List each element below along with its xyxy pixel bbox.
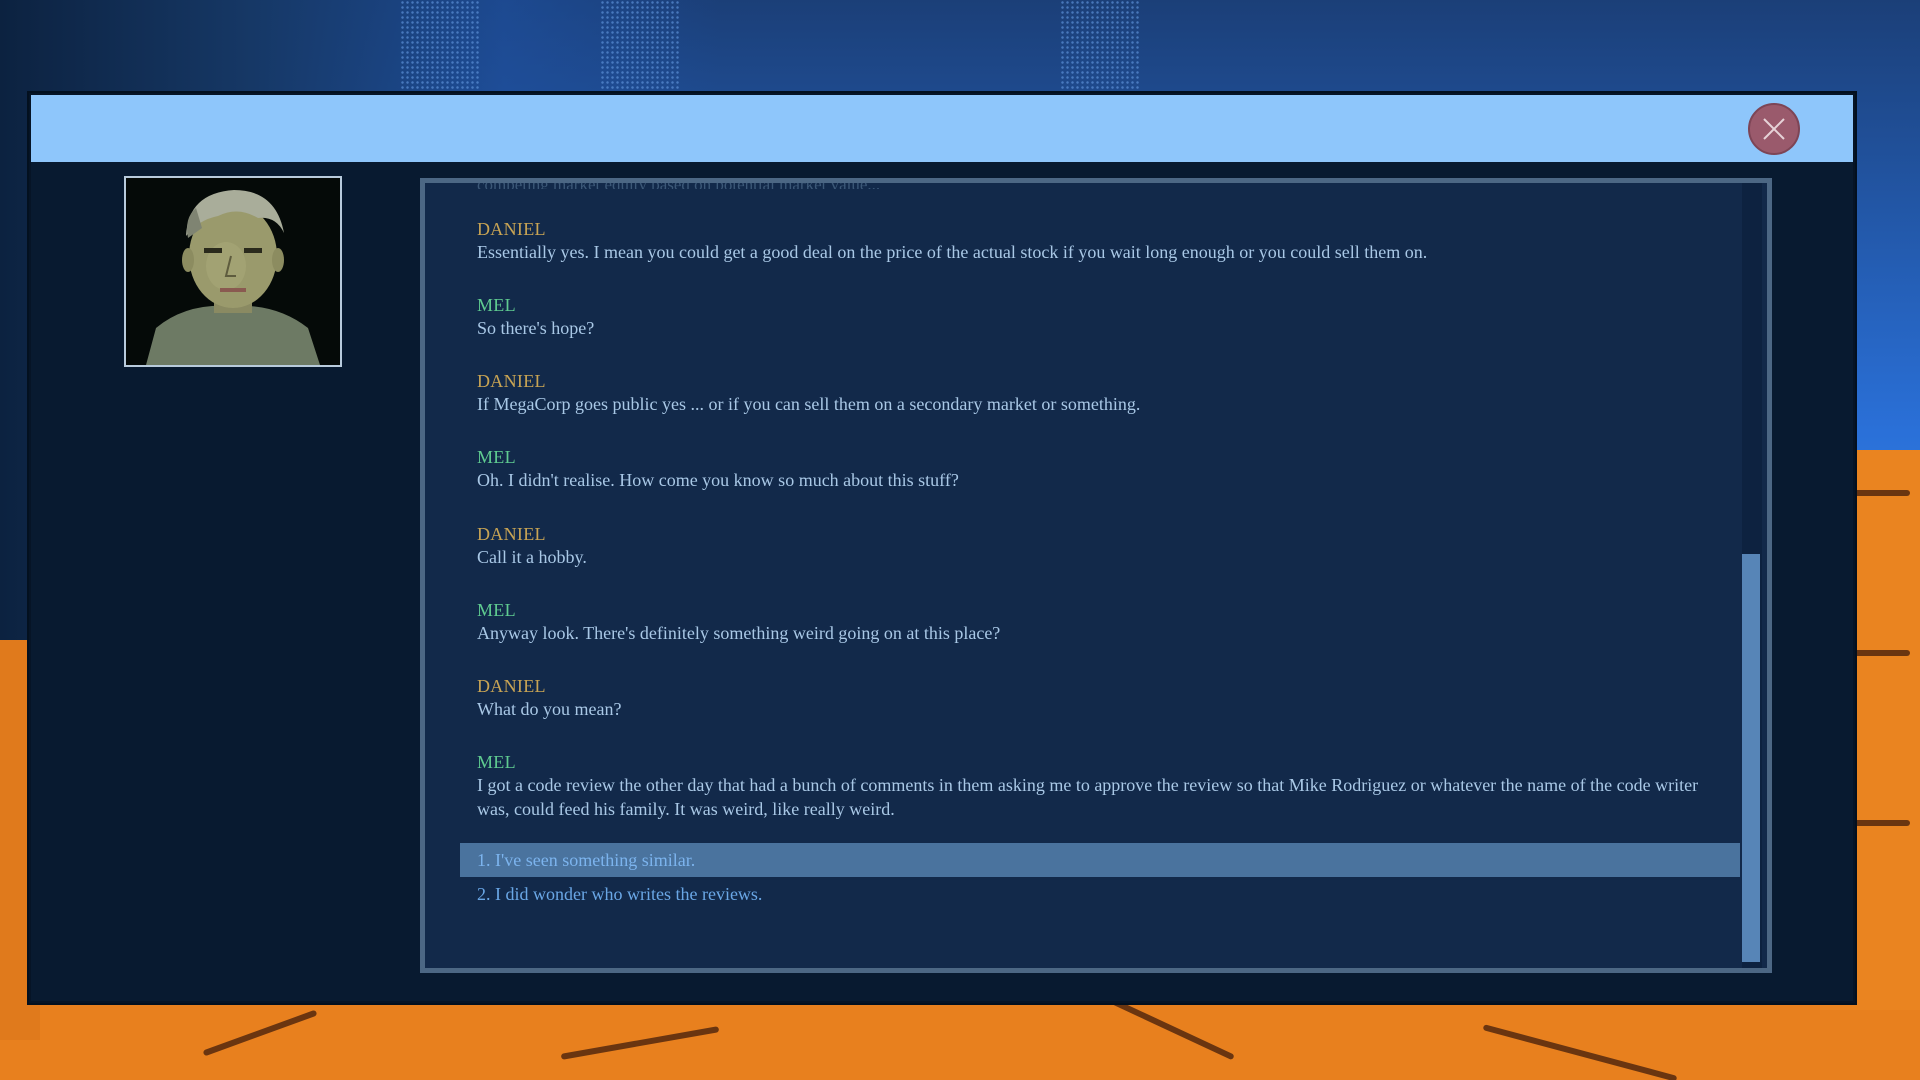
game-scene: competing market equity based on potenti… [0,0,1920,1080]
dialogue-choice-1[interactable]: 1. I've seen something similar. [460,843,1740,877]
ground-crack [1850,650,1910,656]
dialogue-choice-2[interactable]: 2. I did wonder who writes the reviews. [460,877,1740,911]
dialogue-text: If MegaCorp goes public yes ... or if yo… [477,394,1141,414]
dialog-window: competing market equity based on potenti… [29,93,1855,1003]
title-bar [31,95,1853,162]
dialogue-entry: MEL Anyway look. There's definitely some… [477,599,1727,645]
dialogue-text: So there's hope? [477,318,595,338]
character-portrait [124,176,342,367]
speaker-name: MEL [477,600,516,620]
speaker-name: DANIEL [477,219,546,239]
speaker-name: MEL [477,752,516,772]
dialogue-text: Essentially yes. I mean you could get a … [477,242,1428,262]
dialogue-text: Oh. I didn't realise. How come you know … [477,470,959,490]
dialogue-text: Anyway look. There's definitely somethin… [477,623,1001,643]
background-cloud-texture [400,0,480,100]
close-icon [1763,118,1785,140]
conversation-log[interactable]: competing market equity based on potenti… [420,178,1772,973]
dialogue-entry: MEL I got a code review the other day th… [477,751,1727,821]
dialogue-entry: DANIEL Call it a hobby. [477,523,1727,569]
dialogue-entry: DANIEL Essentially yes. I mean you could… [477,218,1727,264]
background-cloud-texture [1060,0,1140,100]
dialogue-text: I got a code review the other day that h… [477,775,1699,819]
dialogue-entry: DANIEL If MegaCorp goes public yes ... o… [477,370,1727,416]
ground-crack [1850,820,1910,826]
speaker-name: DANIEL [477,371,546,391]
speaker-name: DANIEL [477,524,546,544]
scrollbar-thumb[interactable] [1742,554,1760,962]
scrolled-out-line: competing market equity based on potenti… [477,178,881,189]
close-button[interactable] [1748,103,1800,155]
dialogue-entry: MEL Oh. I didn't realise. How come you k… [477,446,1727,492]
speaker-name: MEL [477,447,516,467]
dialogue-text: Call it a hobby. [477,547,587,567]
portrait-icon [126,178,340,365]
speaker-name: MEL [477,295,516,315]
dialogue-entry: MEL So there's hope? [477,294,1727,340]
speaker-name: DANIEL [477,676,546,696]
dialogue-entry: DANIEL What do you mean? [477,675,1727,721]
ground-crack [1850,490,1910,496]
dialogue-text: What do you mean? [477,699,622,719]
background-cloud-texture [600,0,680,100]
